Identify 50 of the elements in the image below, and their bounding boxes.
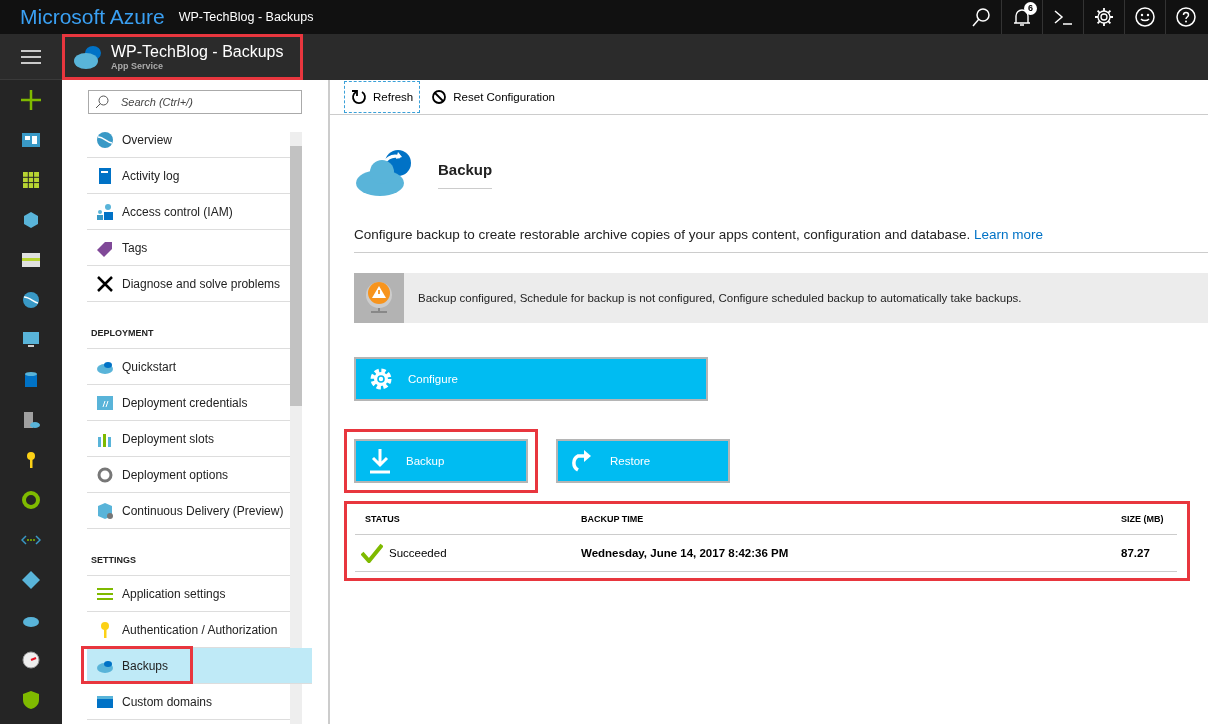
table-cell: Succeeded: [389, 547, 447, 559]
table-cell-text: Wednesday, June 14, 2017 8:42:36 PM: [581, 547, 790, 559]
check-icon: [361, 543, 383, 563]
menu-item[interactable]: Overview: [87, 122, 290, 158]
menu-item[interactable]: Application settings: [87, 576, 290, 612]
menu-item[interactable]: Tags: [87, 230, 290, 266]
notification-badge: 6: [1024, 2, 1037, 15]
menu-item[interactable]: Access control (IAM): [87, 194, 290, 230]
menu-button[interactable]: [0, 34, 62, 80]
search-icon: [95, 95, 109, 109]
menu-item[interactable]: Deployment credentials: [87, 385, 290, 421]
description-text: Configure backup to create restorable archive copies of your apps content, configuration and database. Learn more: [354, 227, 1208, 253]
column-header: SIZE (MB): [1121, 514, 1165, 524]
brand-name[interactable]: Microsoft Azure: [20, 5, 165, 29]
people-icon: [96, 202, 114, 221]
search-icon: [969, 6, 992, 28]
scrollbar[interactable]: [290, 132, 302, 724]
book-icon: [96, 166, 114, 185]
learn-more-link[interactable]: Learn more: [973, 227, 1043, 242]
help-icon: [1175, 6, 1197, 28]
download-icon: [368, 448, 392, 474]
menu-item[interactable]: Quickstart: [87, 349, 290, 385]
globe-icon: [96, 130, 114, 149]
table-row[interactable]: Succeeded Wednesday, June 14, 2017 8:42:36 PM 87.27: [355, 535, 1177, 572]
menu-icon: [21, 49, 41, 64]
settings-icon: [1093, 6, 1115, 28]
search-field[interactable]: Search (Ctrl+/): [88, 90, 302, 114]
blade-title: WP-TechBlog - Backups: [111, 43, 284, 61]
page-title: WP-TechBlog - Backups: [178, 10, 314, 24]
section-heading: SETTINGS: [87, 529, 290, 576]
menu-item[interactable]: Diagnose and solve problems: [87, 266, 290, 302]
table-cell-text: 87.27: [1121, 547, 1151, 559]
menu-item[interactable]: Deployment slots: [87, 421, 290, 457]
refresh-button[interactable]: Refresh: [344, 81, 421, 113]
blade-subtitle: App Service: [111, 61, 165, 71]
section-title: Backup: [438, 153, 493, 189]
menu-item[interactable]: Continuous Delivery (Preview): [87, 493, 290, 529]
menu-item[interactable]: Custom domains: [87, 684, 290, 720]
column-header: STATUS: [365, 514, 401, 524]
section-heading: DEPLOYMENT: [87, 302, 290, 349]
refresh-icon: [351, 89, 367, 105]
cloud-icon: [73, 44, 103, 70]
prohibited-icon: [431, 89, 448, 105]
menu-item[interactable]: Activity log: [87, 158, 290, 194]
column-header: BACKUP TIME: [581, 514, 645, 524]
smiley-icon: [1134, 6, 1156, 28]
menu-item[interactable]: Deployment options: [87, 457, 290, 493]
reset-configuration-button[interactable]: Reset Configuration: [424, 81, 562, 113]
warning-text: Backup configured, Schedule for backup is not configured, Configure scheduled backup to automatically take backups.: [418, 292, 1022, 304]
bell-icon: [1011, 6, 1033, 28]
